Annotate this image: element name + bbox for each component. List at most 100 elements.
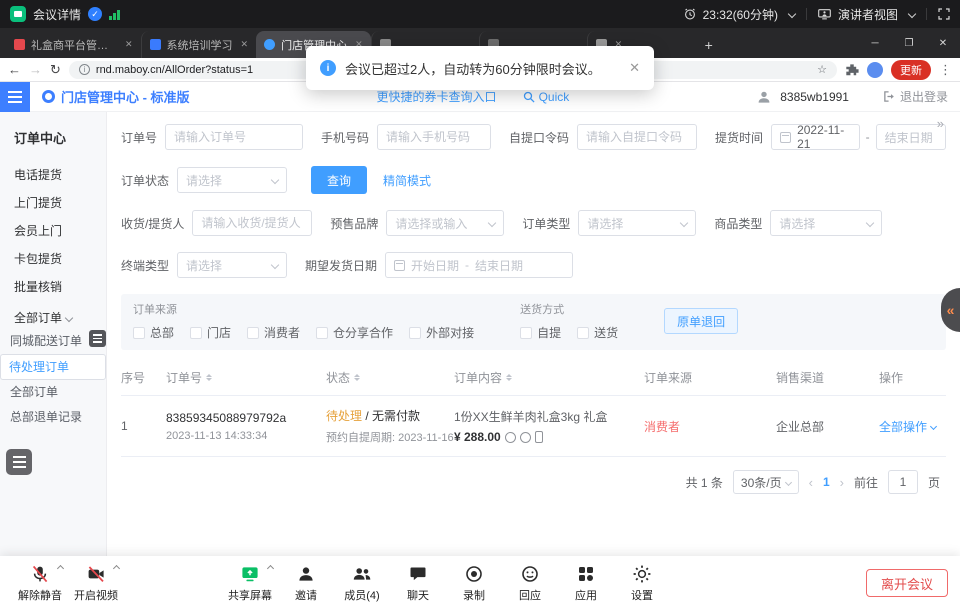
invite-button[interactable]: 邀请 bbox=[278, 558, 334, 608]
page-size-select[interactable]: 30条/页 bbox=[733, 470, 799, 494]
order-time: 2023-11-13 14:33:34 bbox=[166, 430, 326, 442]
order-tag-phone-icon[interactable] bbox=[535, 431, 543, 443]
extensions-icon[interactable] bbox=[845, 63, 859, 77]
sidebar-item-hq-refund-log[interactable]: 总部退单记录 bbox=[0, 405, 106, 430]
browser-tab-1[interactable]: 礼盒商平台管理中心 ✕ bbox=[6, 31, 141, 58]
toast-close-icon[interactable]: ✕ bbox=[629, 60, 640, 76]
col-status[interactable]: 状态 bbox=[326, 369, 454, 386]
pickup-end-date[interactable]: 结束日期 bbox=[876, 124, 946, 150]
timer-dropdown-icon[interactable] bbox=[788, 10, 796, 18]
checkbox-warehouse-coop[interactable]: 仓分享合作 bbox=[316, 324, 393, 341]
sidebar-item-card-pickup[interactable]: 卡包提货 bbox=[0, 245, 106, 273]
forward-icon[interactable]: → bbox=[29, 63, 42, 76]
col-order-no[interactable]: 订单号 bbox=[166, 369, 326, 386]
brand-select[interactable]: 请选择或输入 bbox=[386, 210, 504, 236]
receiver-input[interactable] bbox=[192, 210, 312, 236]
order-number[interactable]: 83859345088979792a bbox=[166, 411, 326, 425]
window-maximize-icon[interactable]: ❐ bbox=[892, 28, 926, 58]
prev-page-icon[interactable]: ‹ bbox=[809, 475, 813, 490]
back-icon[interactable]: ← bbox=[8, 63, 21, 76]
chevron-up-icon[interactable] bbox=[267, 565, 274, 572]
terminal-select[interactable]: 请选择 bbox=[177, 252, 287, 278]
col-content[interactable]: 订单内容 bbox=[454, 369, 644, 386]
sort-icon[interactable] bbox=[206, 374, 212, 381]
view-mode-label[interactable]: 演讲者视图 bbox=[838, 6, 898, 23]
sidebar-item-batch-verify[interactable]: 批量核销 bbox=[0, 273, 106, 301]
phone-input[interactable] bbox=[377, 124, 491, 150]
browser-menu-icon[interactable]: ⋮ bbox=[939, 62, 952, 78]
window-close-icon[interactable]: ✕ bbox=[926, 28, 960, 58]
sidebar-item-all-orders[interactable]: 全部订单 bbox=[0, 380, 106, 405]
start-video-button[interactable]: 开启视频 bbox=[68, 558, 124, 608]
chevron-up-icon[interactable] bbox=[113, 565, 120, 572]
pickup-start-date[interactable]: 2022-11-21 bbox=[771, 124, 860, 150]
browser-tab-2[interactable]: 系统培训学习 ✕ bbox=[141, 31, 257, 58]
next-page-icon[interactable]: › bbox=[840, 475, 844, 490]
share-screen-button[interactable]: 共享屏幕 bbox=[222, 558, 278, 608]
order-type-select[interactable]: 请选择 bbox=[578, 210, 696, 236]
search-button[interactable]: 查询 bbox=[311, 166, 367, 194]
username[interactable]: 8385wb1991 bbox=[780, 90, 849, 104]
terminal-placeholder: 请选择 bbox=[186, 257, 222, 274]
reactions-button[interactable]: 回应 bbox=[502, 558, 558, 608]
quick-search[interactable]: Quick bbox=[523, 90, 570, 104]
chat-button[interactable]: 聊天 bbox=[390, 558, 446, 608]
all-actions-dropdown[interactable]: 全部操作 bbox=[879, 418, 946, 435]
sidebar-item-door-pickup[interactable]: 上门提货 bbox=[0, 189, 106, 217]
tab2-close-icon[interactable]: ✕ bbox=[241, 39, 249, 50]
tab1-close-icon[interactable]: ✕ bbox=[125, 39, 133, 50]
goods-type-select[interactable]: 请选择 bbox=[770, 210, 882, 236]
expect-date-range[interactable]: 开始日期 - 结束日期 bbox=[385, 252, 573, 278]
table-row[interactable]: 1 83859345088979792a 2023-11-13 14:33:34… bbox=[121, 396, 946, 457]
goto-page-input[interactable] bbox=[888, 470, 918, 494]
pickup-code-input[interactable] bbox=[577, 124, 697, 150]
order-tag-icon-1[interactable] bbox=[505, 432, 516, 443]
chevron-up-icon[interactable] bbox=[57, 565, 64, 572]
sidebar-item-pending-orders[interactable]: 待处理订单 bbox=[0, 354, 106, 380]
sidebar-item-phone-pickup[interactable]: 电话提货 bbox=[0, 161, 106, 189]
logout-button[interactable]: 退出登录 bbox=[883, 88, 948, 105]
leave-meeting-button[interactable]: 离开会议 bbox=[866, 569, 948, 597]
checkbox-hq[interactable]: 总部 bbox=[133, 324, 174, 341]
new-tab-button[interactable]: + bbox=[695, 31, 723, 58]
meeting-timer[interactable]: 23:32(60分钟) bbox=[703, 6, 778, 23]
panel-collapse-icon[interactable]: » bbox=[937, 116, 944, 131]
expect-start-placeholder: 开始日期 bbox=[411, 257, 459, 274]
checkbox-delivery[interactable]: 送货 bbox=[577, 324, 618, 341]
profile-avatar[interactable] bbox=[867, 62, 883, 78]
simple-mode-link[interactable]: 精简模式 bbox=[383, 172, 431, 189]
meeting-details-label[interactable]: 会议详情 bbox=[33, 6, 81, 23]
checkbox-consumer-label: 消费者 bbox=[264, 324, 300, 341]
floating-menu-handle[interactable] bbox=[89, 330, 106, 347]
view-mode-dropdown-icon[interactable] bbox=[908, 10, 916, 18]
security-shield-icon[interactable]: ✓ bbox=[88, 7, 102, 21]
sidebar-group-all-orders[interactable]: 全部订单 bbox=[0, 301, 106, 329]
page-number[interactable]: 1 bbox=[823, 475, 830, 489]
meeting-list-toggle[interactable] bbox=[6, 449, 32, 475]
fullscreen-icon[interactable] bbox=[938, 8, 950, 20]
browser-update-button[interactable]: 更新 bbox=[891, 60, 931, 80]
sort-icon[interactable] bbox=[506, 374, 512, 381]
sort-icon[interactable] bbox=[354, 374, 360, 381]
bookmark-star-icon[interactable]: ☆ bbox=[817, 63, 827, 76]
record-button[interactable]: 录制 bbox=[446, 558, 502, 608]
checkbox-self-pickup[interactable]: 自提 bbox=[520, 324, 561, 341]
sidebar-item-member-visit[interactable]: 会员上门 bbox=[0, 217, 106, 245]
order-status-select[interactable]: 请选择 bbox=[177, 167, 287, 193]
window-minimize-icon[interactable]: ─ bbox=[858, 28, 892, 58]
checkbox-external[interactable]: 外部对接 bbox=[409, 324, 474, 341]
members-button[interactable]: 成员(4) bbox=[334, 558, 390, 608]
checkbox-consumer[interactable]: 消费者 bbox=[247, 324, 300, 341]
order-tag-icon-2[interactable] bbox=[520, 432, 531, 443]
unmute-button[interactable]: 解除静音 bbox=[12, 558, 68, 608]
apps-button[interactable]: 应用 bbox=[558, 558, 614, 608]
quick-entry-link[interactable]: 更快捷的券卡查询入口 bbox=[377, 88, 497, 105]
order-no-input[interactable] bbox=[165, 124, 303, 150]
settings-button[interactable]: 设置 bbox=[614, 558, 670, 608]
original-order-return-button[interactable]: 原单退回 bbox=[664, 308, 738, 334]
sidebar-toggle-button[interactable] bbox=[0, 82, 30, 112]
site-info-icon[interactable]: i bbox=[79, 64, 90, 75]
checkbox-store[interactable]: 门店 bbox=[190, 324, 231, 341]
reload-icon[interactable]: ↻ bbox=[50, 63, 61, 76]
brand-placeholder: 请选择或输入 bbox=[395, 215, 467, 232]
